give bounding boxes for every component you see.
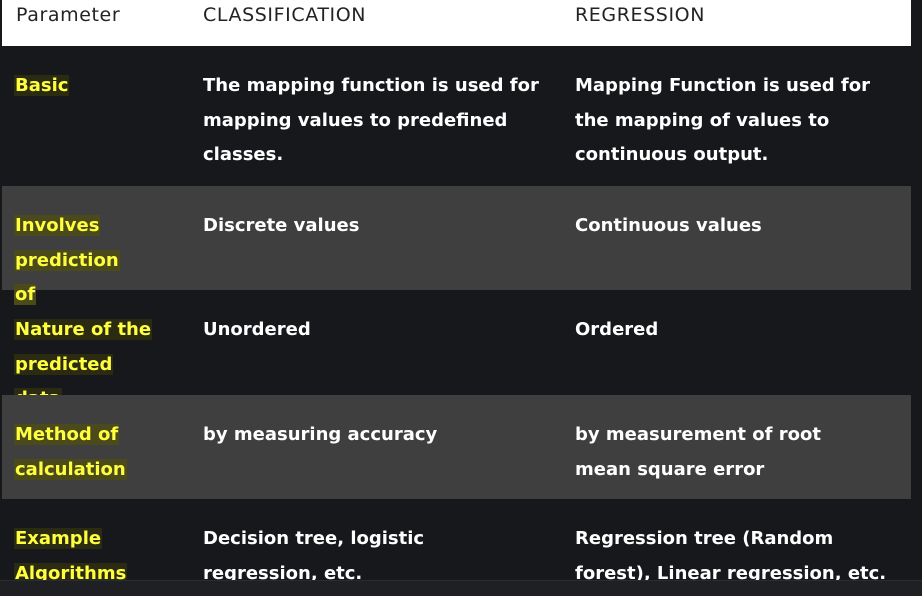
table-header: Parameter CLASSIFICATION REGRESSION bbox=[2, 0, 911, 46]
bottom-edge bbox=[0, 580, 922, 596]
parameter-label: Basic bbox=[14, 75, 70, 96]
regression-cell: by measurement of root mean square error bbox=[575, 424, 821, 480]
table-row: Involves prediction of Discrete values C… bbox=[2, 186, 911, 305]
classification-cell: The mapping function is used for mapping… bbox=[203, 75, 539, 165]
regression-cell: Continuous values bbox=[575, 215, 762, 236]
table-row: Method of calculation by measuring accur… bbox=[2, 395, 911, 499]
classification-cell: by measuring accuracy bbox=[203, 424, 438, 445]
regression-cell: Ordered bbox=[575, 319, 659, 340]
header-regression: REGRESSION bbox=[575, 4, 706, 26]
classification-cell: Discrete values bbox=[203, 215, 360, 236]
table-row: Example Algorithms Decision tree, logist… bbox=[2, 499, 911, 584]
header-classification: CLASSIFICATION bbox=[203, 4, 367, 26]
parameter-label: Method of calculation bbox=[14, 424, 127, 480]
table-row: Nature of the predicted data Unordered O… bbox=[2, 290, 911, 409]
table-row: Basic The mapping function is used for m… bbox=[2, 46, 911, 186]
regression-cell: Mapping Function is used for the mapping… bbox=[575, 75, 870, 165]
header-parameter: Parameter bbox=[16, 4, 121, 26]
classification-cell: Unordered bbox=[203, 319, 311, 340]
parameter-cell: Method of calculation bbox=[14, 418, 134, 487]
parameter-label: Example Algorithms bbox=[14, 528, 128, 584]
comparison-table: Parameter CLASSIFICATION REGRESSION Basi… bbox=[0, 0, 922, 596]
parameter-cell: Basic bbox=[14, 69, 189, 104]
